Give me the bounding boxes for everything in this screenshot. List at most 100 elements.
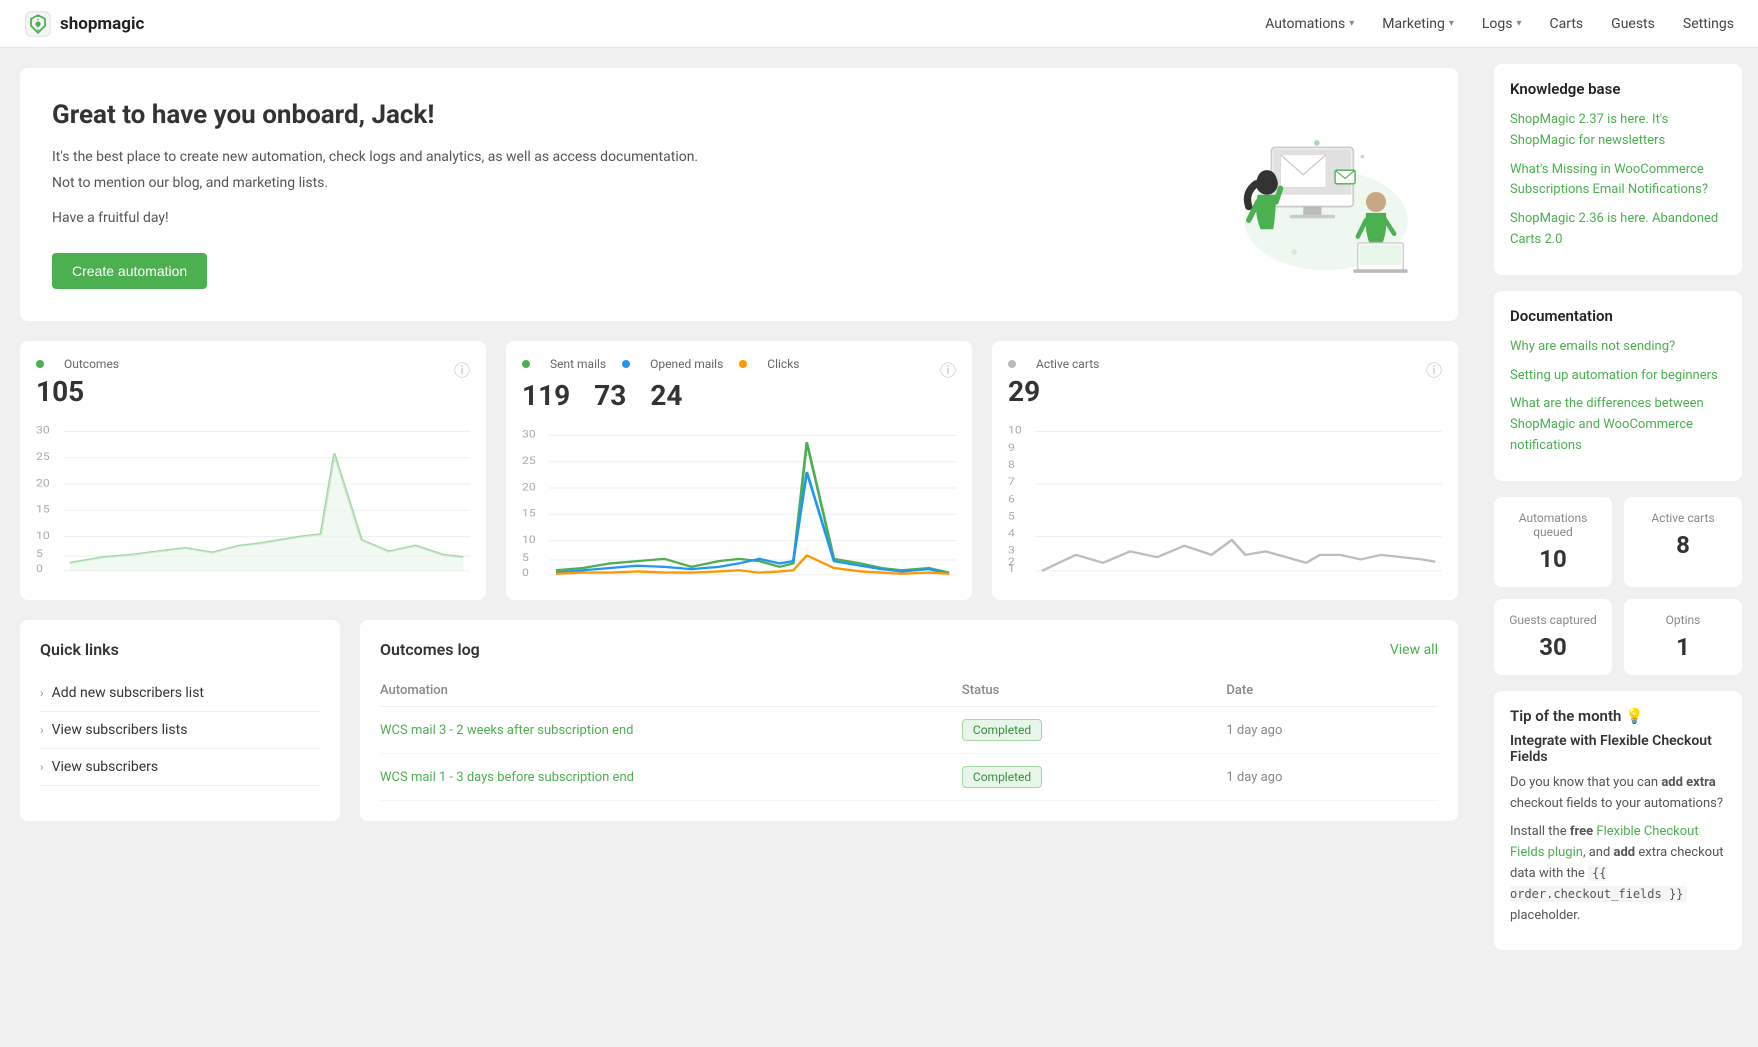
quick-link-item[interactable]: › Add new subscribers list xyxy=(40,675,320,712)
sidebar: Knowledge base ShopMagic 2.37 is here. I… xyxy=(1478,48,1758,1047)
svg-text:5: 5 xyxy=(1008,510,1015,522)
nav-automations[interactable]: Automations ▾ xyxy=(1265,16,1354,32)
automation-link[interactable]: WCS mail 1 - 3 days before subscription … xyxy=(380,770,634,785)
date-cell: 1 day ago xyxy=(1226,707,1438,754)
svg-text:15: 15 xyxy=(36,504,50,516)
kb-link-1[interactable]: ShopMagic 2.37 is here. It's ShopMagic f… xyxy=(1510,110,1726,152)
automation-link[interactable]: WCS mail 3 - 2 weeks after subscription … xyxy=(380,723,633,738)
sent-dot xyxy=(522,360,530,368)
carts-legend: Active carts xyxy=(1008,357,1442,371)
chevron-right-icon: › xyxy=(40,686,44,700)
tip-subtitle: Integrate with Flexible Checkout Fields xyxy=(1510,733,1726,765)
carts-chart-card: Active carts 29 ⓘ 10 9 8 7 6 5 4 3 2 xyxy=(992,341,1458,600)
hero-greeting: Have a fruitful day! xyxy=(52,207,698,229)
stat-guests-captured: Guests captured 30 xyxy=(1494,599,1612,675)
svg-text:3: 3 xyxy=(1008,545,1015,557)
hero-desc2: Not to mention our blog, and marketing l… xyxy=(52,172,698,194)
svg-text:5: 5 xyxy=(522,552,529,564)
nav-settings[interactable]: Settings xyxy=(1683,16,1734,32)
tip-text2: Install the free Flexible Checkout Field… xyxy=(1510,822,1726,926)
quick-link-item[interactable]: › View subscribers xyxy=(40,749,320,786)
tip-plugin-link[interactable]: Flexible Checkout Fields plugin xyxy=(1510,824,1699,860)
svg-text:6: 6 xyxy=(1008,493,1015,505)
info-icon[interactable]: ⓘ xyxy=(454,357,470,381)
svg-text:1: 1 xyxy=(1008,563,1015,575)
logo-text: shopmagic xyxy=(60,14,144,34)
bottom-row: Quick links › Add new subscribers list ›… xyxy=(20,620,1458,821)
carts-chart-area: 10 9 8 7 6 5 4 3 2 1 xyxy=(1008,420,1442,580)
nav-guests[interactable]: Guests xyxy=(1611,16,1655,32)
svg-text:8: 8 xyxy=(1008,459,1015,471)
svg-text:30: 30 xyxy=(522,429,536,441)
doc-link-1[interactable]: Why are emails not sending? xyxy=(1510,337,1726,358)
svg-text:0: 0 xyxy=(522,567,529,579)
nav-items: Automations ▾ Marketing ▾ Logs ▾ Carts G… xyxy=(1265,16,1734,32)
hero-desc1: It's the best place to create new automa… xyxy=(52,146,698,168)
stat-optins: Optins 1 xyxy=(1624,599,1742,675)
carts-dot xyxy=(1008,360,1016,368)
tip-title: Tip of the month 💡 xyxy=(1510,707,1726,725)
clicks-value: 24 xyxy=(650,379,682,412)
nav-marketing[interactable]: Marketing ▾ xyxy=(1382,16,1454,32)
documentation-title: Documentation xyxy=(1510,307,1726,325)
main-content: Great to have you onboard, Jack! It's th… xyxy=(0,48,1478,1047)
status-badge: Completed xyxy=(962,766,1042,788)
outcomes-log-title: Outcomes log xyxy=(380,640,480,659)
kb-link-2[interactable]: What's Missing in WooCommerce Subscripti… xyxy=(1510,160,1726,202)
svg-text:20: 20 xyxy=(522,481,536,493)
svg-text:10: 10 xyxy=(36,530,50,542)
quick-links-title: Quick links xyxy=(40,640,320,659)
svg-text:10: 10 xyxy=(1008,425,1022,437)
tip-text1: Do you know that you can add extra check… xyxy=(1510,773,1726,815)
hero-title: Great to have you onboard, Jack! xyxy=(52,100,698,130)
table-row: WCS mail 1 - 3 days before subscription … xyxy=(380,754,1438,801)
carts-value: 29 xyxy=(1008,375,1442,408)
emails-legend: Sent mails Opened mails Clicks xyxy=(522,357,956,371)
view-all-link[interactable]: View all xyxy=(1390,642,1438,658)
table-row: WCS mail 3 - 2 weeks after subscription … xyxy=(380,707,1438,754)
svg-text:10: 10 xyxy=(522,534,536,546)
kb-link-3[interactable]: ShopMagic 2.36 is here. Abandoned Carts … xyxy=(1510,209,1726,251)
outcomes-dot xyxy=(36,360,44,368)
logo[interactable]: shopmagic xyxy=(24,10,144,38)
outcomes-log-card: Outcomes log View all Automation Status … xyxy=(360,620,1458,821)
chevron-right-icon: › xyxy=(40,723,44,737)
outcomes-legend: Outcomes xyxy=(36,357,470,371)
nav-logs[interactable]: Logs ▾ xyxy=(1482,16,1522,32)
svg-text:15: 15 xyxy=(522,508,536,520)
chevron-down-icon: ▾ xyxy=(1517,18,1522,29)
emails-chart-area: 30 25 20 15 10 5 0 xyxy=(522,424,956,584)
logo-icon xyxy=(24,10,52,38)
outcomes-table: Automation Status Date WCS mail 3 - 2 we… xyxy=(380,675,1438,801)
charts-row: Outcomes 105 ⓘ 30 25 20 15 10 5 0 xyxy=(20,341,1458,600)
col-automation: Automation xyxy=(380,675,962,707)
hero-card: Great to have you onboard, Jack! It's th… xyxy=(20,68,1458,321)
navbar: shopmagic Automations ▾ Marketing ▾ Logs… xyxy=(0,0,1758,48)
date-cell: 1 day ago xyxy=(1226,754,1438,801)
opened-dot xyxy=(622,360,630,368)
svg-text:30: 30 xyxy=(36,425,50,437)
page: Great to have you onboard, Jack! It's th… xyxy=(0,48,1758,1047)
hero-text: Great to have you onboard, Jack! It's th… xyxy=(52,100,698,289)
outcomes-chart-area: 30 25 20 15 10 5 0 xyxy=(36,420,470,580)
outcomes-value: 105 xyxy=(36,375,470,408)
hero-illustration xyxy=(1226,102,1426,288)
info-icon[interactable]: ⓘ xyxy=(1426,357,1442,381)
quick-link-item[interactable]: › View subscribers lists xyxy=(40,712,320,749)
doc-link-3[interactable]: What are the differences between ShopMag… xyxy=(1510,394,1726,456)
chevron-down-icon: ▾ xyxy=(1449,18,1454,29)
svg-text:7: 7 xyxy=(1008,476,1015,488)
svg-text:25: 25 xyxy=(36,451,50,463)
outcomes-chart-card: Outcomes 105 ⓘ 30 25 20 15 10 5 0 xyxy=(20,341,486,600)
svg-text:25: 25 xyxy=(522,455,536,467)
outcomes-log-header: Outcomes log View all xyxy=(380,640,1438,659)
nav-carts[interactable]: Carts xyxy=(1550,16,1584,32)
create-automation-button[interactable]: Create automation xyxy=(52,253,207,289)
svg-text:0: 0 xyxy=(36,563,43,575)
doc-link-2[interactable]: Setting up automation for beginners xyxy=(1510,366,1726,387)
chevron-right-icon: › xyxy=(40,760,44,774)
table-header: Automation Status Date xyxy=(380,675,1438,707)
stats-grid: Automations queued 10 Active carts 8 Gue… xyxy=(1494,497,1742,675)
info-icon[interactable]: ⓘ xyxy=(940,357,956,381)
knowledge-base-card: Knowledge base ShopMagic 2.37 is here. I… xyxy=(1494,64,1742,275)
